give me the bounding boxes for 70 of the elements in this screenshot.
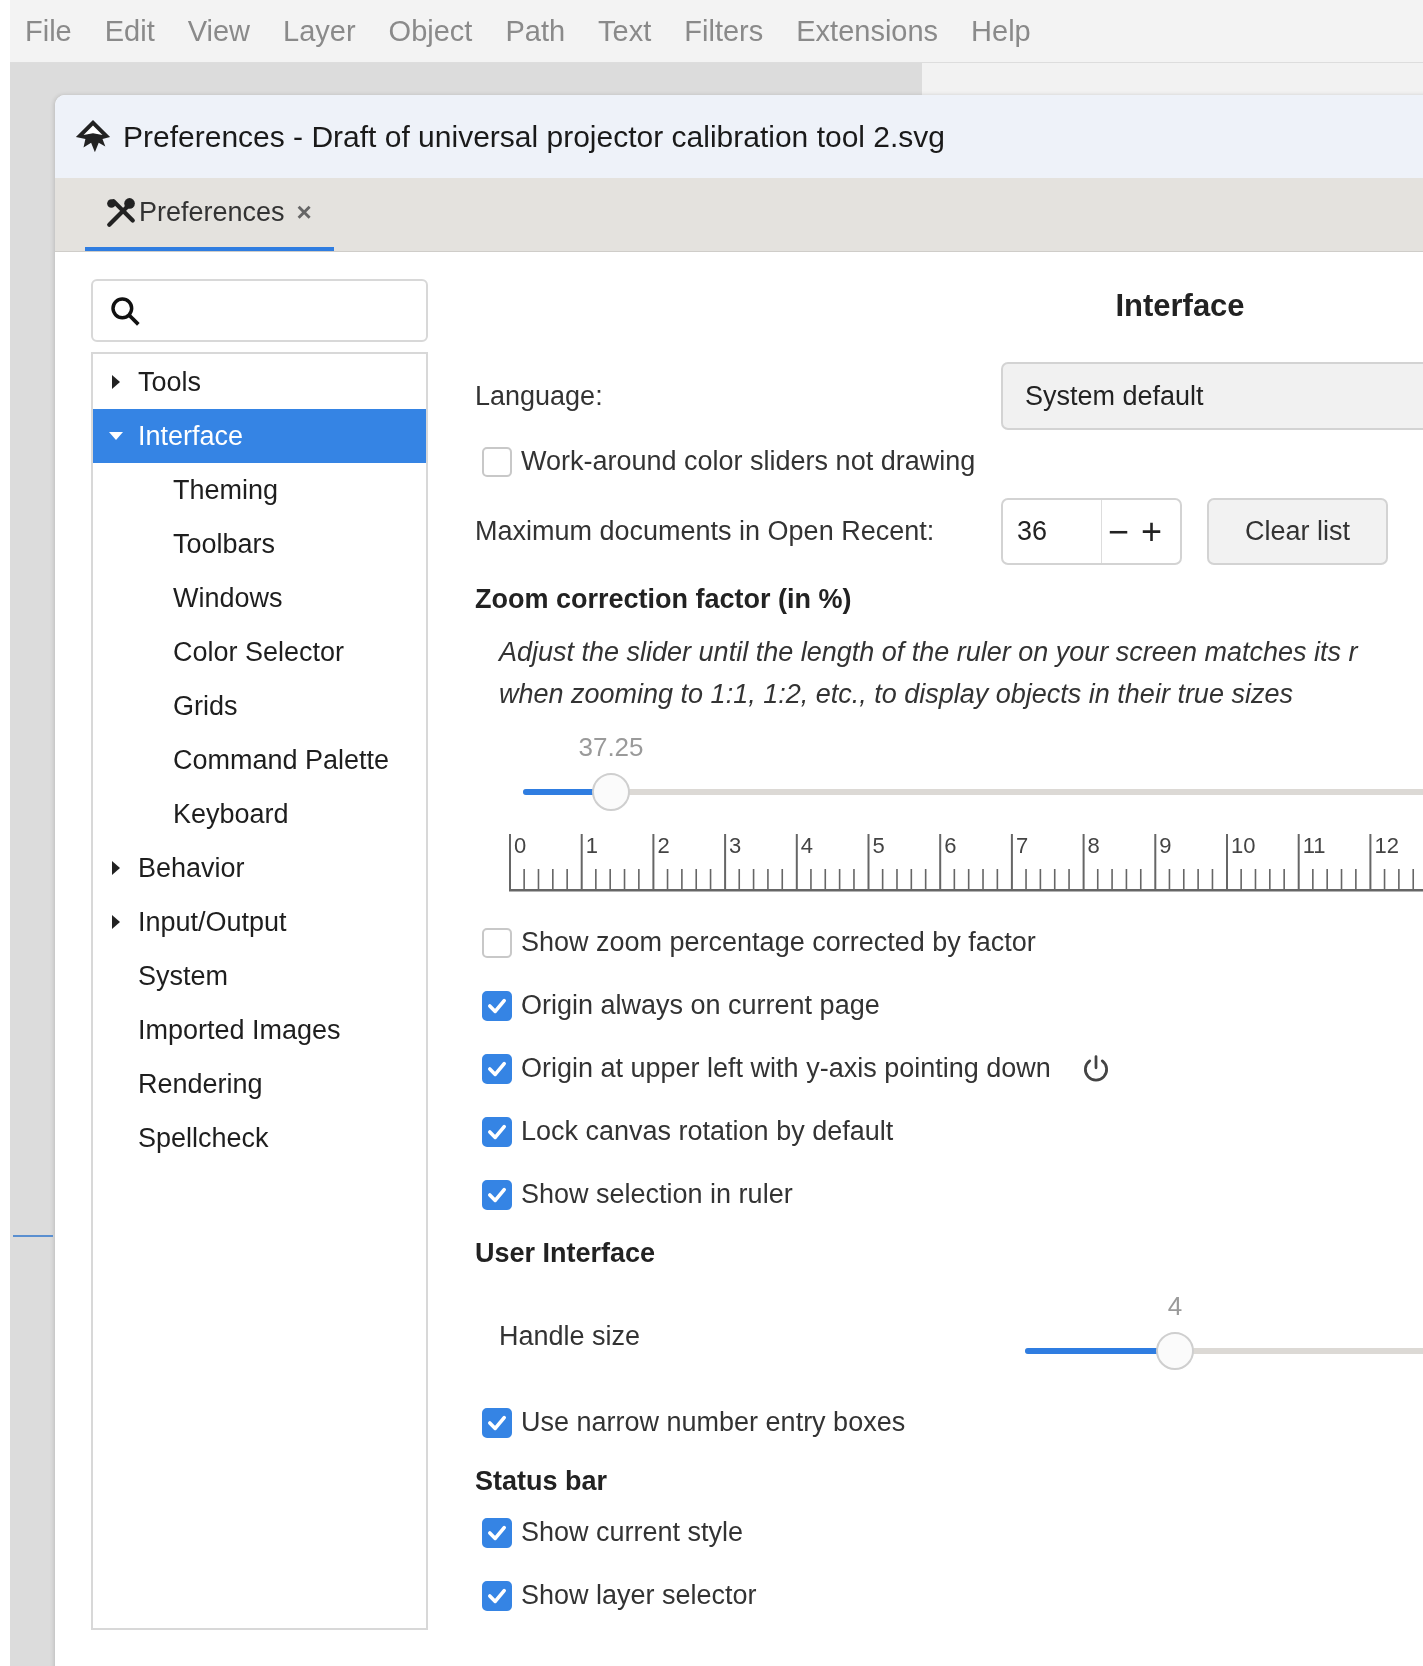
decrement-button[interactable]: − <box>1101 500 1135 563</box>
window-title: Preferences - Draft of universal projector calibration tool 2.svg <box>123 119 946 154</box>
tree-item-label[interactable]: Spellcheck <box>138 1122 269 1154</box>
help-text: Adjust the slider until the length of the ruler on your screen matches its r when zooming to 1:1, 1:2, etc., to display objects in their true sizes <box>497 636 1360 711</box>
slider-value: 4 <box>1167 1290 1183 1323</box>
checkbox[interactable] <box>482 1053 512 1084</box>
tree-item-label[interactable]: Grids <box>173 690 238 722</box>
tree-item-label[interactable]: Interface <box>138 420 244 452</box>
slider-thumb[interactable] <box>592 773 630 811</box>
checkbox-label: Show selection in ruler <box>521 1179 793 1210</box>
tree-item-label[interactable]: System <box>138 960 229 992</box>
section-heading: Zoom correction factor (in %) <box>475 582 853 616</box>
ruler-label: 11 <box>1302 833 1326 858</box>
close-button[interactable]: × <box>296 197 312 228</box>
number-field[interactable]: 36 − + <box>1001 498 1182 565</box>
tree-item-label[interactable]: Windows <box>173 582 283 614</box>
tree-item-label[interactable]: Keyboard <box>173 798 289 830</box>
ruler-label: 8 <box>1087 833 1100 858</box>
section-heading: User Interface <box>475 1236 657 1270</box>
ruler-label: 5 <box>872 833 885 858</box>
tree-item-label[interactable]: Toolbars <box>173 528 276 560</box>
search-icon <box>109 294 141 327</box>
checkbox-label: Use narrow number entry boxes <box>521 1407 906 1438</box>
checkbox[interactable] <box>482 1517 512 1548</box>
checkbox[interactable] <box>482 1116 512 1147</box>
ruler-label: 10 <box>1231 833 1256 858</box>
slider-thumb[interactable] <box>1156 1332 1194 1370</box>
checkbox[interactable] <box>482 1580 512 1611</box>
tree-item-label[interactable]: Rendering <box>138 1068 263 1100</box>
language-dropdown[interactable]: System default <box>1001 362 1423 430</box>
search-field[interactable] <box>91 279 428 342</box>
checkbox-label: Origin at upper left with y-axis pointing down <box>521 1053 1051 1084</box>
checkbox[interactable] <box>482 1407 512 1438</box>
checkbox[interactable] <box>482 1179 512 1210</box>
tree-item-label[interactable]: Theming <box>173 474 279 506</box>
tree-item-label[interactable]: Input/Output <box>138 906 287 938</box>
tree-item-label[interactable]: Behavior <box>138 852 245 884</box>
slider-label: Handle size <box>498 1320 642 1353</box>
ruler-label: 2 <box>657 833 670 858</box>
checkbox[interactable] <box>482 927 512 958</box>
increment-button[interactable]: + <box>1135 500 1168 563</box>
tree-item-label[interactable]: Imported Images <box>138 1014 341 1046</box>
slider-value: 37.25 <box>578 731 644 764</box>
ruler-label: 0 <box>514 833 527 858</box>
ruler-label: 6 <box>944 833 957 858</box>
tree-item-label[interactable]: Tools <box>138 366 202 398</box>
checkbox-label: Show current style <box>521 1517 744 1548</box>
section-heading: Status bar <box>475 1464 609 1498</box>
slider[interactable] <box>523 773 1423 811</box>
tree-item-label[interactable]: Color Selector <box>173 636 345 668</box>
checkbox[interactable] <box>482 446 512 477</box>
ruler-label: 7 <box>1015 833 1029 858</box>
ruler-label: 4 <box>800 833 814 858</box>
tools-icon <box>105 196 137 229</box>
checkbox-label: Work-around color sliders not drawing <box>521 446 976 477</box>
ruler-label: 9 <box>1159 833 1172 858</box>
ruler-label: 3 <box>729 833 742 858</box>
checkbox-label: Lock canvas rotation by default <box>521 1116 894 1147</box>
ruler-label: 1 <box>585 833 598 858</box>
checkbox-label: Origin always on current page <box>521 990 880 1021</box>
checkbox[interactable] <box>482 990 512 1021</box>
page-heading: Interface <box>1114 287 1246 325</box>
ruler-label: 12 <box>1374 833 1399 858</box>
field-label: Maximum documents in Open Recent: <box>475 516 936 547</box>
tree-item-label[interactable]: Command Palette <box>173 744 390 776</box>
checkbox-label: Show zoom percentage corrected by factor <box>521 927 1036 958</box>
field-label: Language: <box>475 380 604 412</box>
tab-label: Preferences <box>139 197 285 228</box>
checkbox-label: Show layer selector <box>521 1580 757 1611</box>
clear-list-button[interactable]: Clear list <box>1207 498 1388 565</box>
